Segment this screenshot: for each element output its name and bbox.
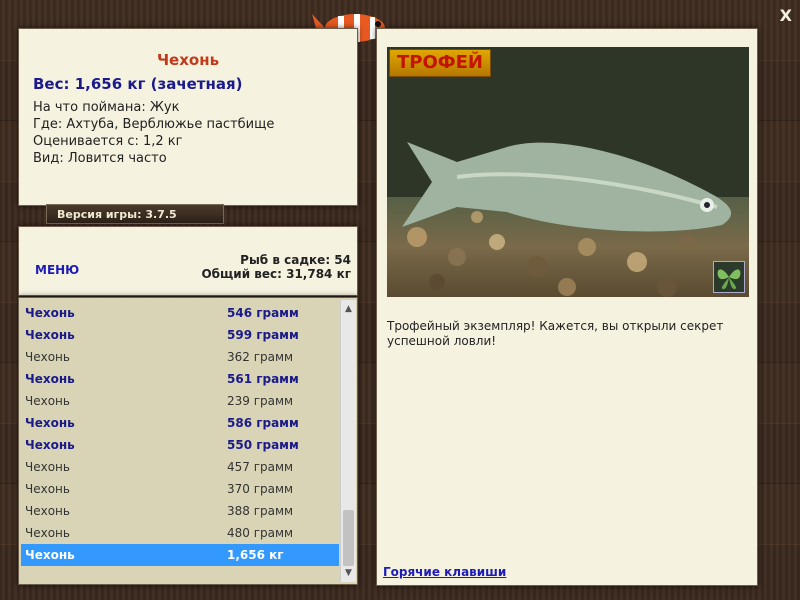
list-item-name: Чехонь — [25, 416, 75, 430]
close-button[interactable]: X — [780, 6, 792, 25]
list-item[interactable]: Чехонь 599 грамм — [21, 324, 339, 346]
list-item[interactable]: Чехонь 388 грамм — [21, 500, 339, 522]
list-item[interactable]: Чехонь 239 грамм — [21, 390, 339, 412]
hotkeys-link[interactable]: Горячие клавиши — [383, 565, 506, 579]
list-item[interactable]: Чехонь 370 грамм — [21, 478, 339, 500]
list-item-weight: 1,656 кг — [227, 548, 284, 562]
list-scrollbar[interactable]: ▲ ▼ — [340, 300, 356, 582]
list-item-name: Чехонь — [25, 460, 70, 474]
list-item[interactable]: Чехонь 586 грамм — [21, 412, 339, 434]
list-item[interactable]: Чехонь 546 грамм — [21, 302, 339, 324]
list-item-name: Чехонь — [25, 526, 70, 540]
scroll-down-icon[interactable]: ▼ — [341, 566, 356, 580]
game-version-label: Версия игры: 3.7.5 — [46, 204, 224, 224]
list-item[interactable]: Чехонь 480 грамм — [21, 522, 339, 544]
list-item-weight: 586 грамм — [227, 416, 299, 430]
trophy-panel: ТРОФЕЙ Трофейный экземпляр! Кажется, вы … — [376, 28, 758, 586]
list-item-name: Чехонь — [25, 350, 70, 364]
list-item[interactable]: Чехонь 362 грамм — [21, 346, 339, 368]
fish-location: Где: Ахтуба, Верблюжье пастбище — [33, 117, 275, 132]
fish-weight: Вес: 1,656 кг (зачетная) — [33, 75, 243, 93]
trophy-badge: ТРОФЕЙ — [389, 49, 491, 77]
list-item-name: Чехонь — [25, 438, 75, 452]
list-item[interactable]: Чехонь 561 грамм — [21, 368, 339, 390]
list-item-weight: 239 грамм — [227, 394, 294, 408]
list-item-weight: 362 грамм — [227, 350, 294, 364]
scroll-thumb[interactable] — [343, 510, 354, 566]
fish-kind: Вид: Ловится часто — [33, 151, 167, 166]
catch-list-panel: Чехонь 546 грамм Чехонь 599 грамм Чехонь 36… — [18, 297, 358, 585]
list-item-weight: 370 грамм — [227, 482, 294, 496]
list-item-weight: 599 грамм — [227, 328, 299, 342]
fish-photo: ТРОФЕЙ — [387, 47, 749, 297]
catch-count: Рыб в садке: 54 — [240, 253, 351, 267]
list-item-weight: 480 грамм — [227, 526, 294, 540]
butterfly-icon[interactable] — [713, 261, 745, 293]
trophy-description: Трофейный экземпляр! Кажется, вы открыли… — [387, 319, 724, 348]
list-item-weight: 550 грамм — [227, 438, 299, 452]
catch-list: Чехонь 546 грамм Чехонь 599 грамм Чехонь 36… — [21, 302, 339, 566]
list-item-weight: 388 грамм — [227, 504, 294, 518]
fish-name: Чехонь — [156, 51, 220, 69]
list-item-name: Чехонь — [25, 394, 70, 408]
menu-panel: МЕНЮ Рыб в садке: 54 Общий вес: 31,784 к… — [18, 226, 358, 296]
list-item-weight: 546 грамм — [227, 306, 299, 320]
list-item-weight: 457 грамм — [227, 460, 294, 474]
fish-image — [387, 47, 749, 297]
list-item-name: Чехонь — [25, 504, 70, 518]
total-weight: Общий вес: 31,784 кг — [201, 267, 351, 281]
list-item[interactable]: Чехонь 1,656 кг — [21, 544, 339, 566]
list-item[interactable]: Чехонь 550 грамм — [21, 434, 339, 456]
list-item[interactable]: Чехонь 457 грамм — [21, 456, 339, 478]
fish-bait: На что поймана: Жук — [33, 100, 180, 115]
list-item-name: Чехонь — [25, 328, 75, 342]
list-item-name: Чехонь — [25, 482, 70, 496]
list-item-name: Чехонь — [25, 306, 75, 320]
list-item-name: Чехонь — [25, 548, 75, 562]
fish-info-panel: Чехонь Вес: 1,656 кг (зачетная) На что п… — [18, 28, 358, 206]
list-item-weight: 561 грамм — [227, 372, 299, 386]
fish-rated-from: Оценивается с: 1,2 кг — [33, 134, 183, 149]
list-item-name: Чехонь — [25, 372, 75, 386]
scroll-up-icon[interactable]: ▲ — [341, 302, 356, 316]
menu-button[interactable]: МЕНЮ — [35, 263, 79, 277]
